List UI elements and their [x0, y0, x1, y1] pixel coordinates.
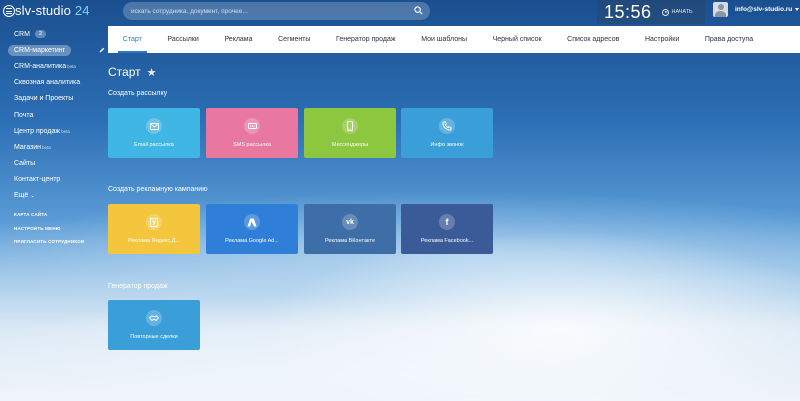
- phone-icon: [342, 118, 358, 134]
- sidebar-item-label: CRM-маркетинг: [8, 44, 72, 56]
- handshake-icon: [146, 310, 162, 326]
- email-icon: [146, 118, 162, 134]
- sidebar-item-sales-center[interactable]: Центр продаж beta: [0, 123, 108, 139]
- logo-name: slv-studio: [15, 3, 71, 18]
- sitemap-link[interactable]: КАРТА САЙТА: [0, 208, 108, 222]
- sidebar-item-mail[interactable]: Почта: [0, 107, 108, 123]
- sidebar-item-tasks[interactable]: Задачи и Проекты: [0, 91, 108, 107]
- configure-menu-link[interactable]: НАСТРОИТЬ МЕНЮ: [0, 222, 108, 236]
- tile-label: Реклама Яндекс.Д...: [128, 238, 180, 244]
- sidebar-item-shop[interactable]: Магазин beta: [0, 139, 108, 155]
- section-title-ad-campaign: Создать рекламную кампанию: [108, 186, 208, 193]
- sidebar-item-label: CRM: [14, 30, 30, 38]
- user-menu[interactable]: info@slv-studio.ru: [713, 2, 800, 17]
- tile-google-ads[interactable]: Реклама Google Ad...: [206, 204, 298, 254]
- tab-mailings[interactable]: Рассылки: [155, 26, 212, 53]
- avatar: [713, 2, 728, 17]
- sidebar-item-more[interactable]: Ещё ⌄: [0, 188, 108, 204]
- sidebar-item-label: Сайты: [14, 160, 36, 168]
- clock: 15:56: [604, 1, 652, 22]
- facebook-icon: f: [439, 214, 455, 230]
- sidebar-item-label: Почта: [14, 111, 34, 119]
- tile-label: SMS рассылка: [233, 142, 271, 148]
- sidebar-item-crm[interactable]: CRM 2: [0, 26, 108, 42]
- workday-panel: 15:56 НАЧАТЬ: [597, 0, 705, 24]
- section-title-sales-generator: Генератор продаж: [108, 283, 168, 290]
- top-bar: slv-studio24 15:56 НАЧАТЬ info@slv-studi…: [0, 0, 800, 24]
- search-icon[interactable]: [414, 6, 423, 15]
- tile-vkontakte[interactable]: vk Реклама ВКонтакте: [304, 204, 396, 254]
- sidebar-item-contact-center[interactable]: Контакт-центр: [0, 172, 108, 188]
- tile-facebook[interactable]: f Реклама Facebook...: [401, 204, 493, 254]
- tab-sales-generator[interactable]: Генератор продаж: [323, 26, 408, 53]
- sidebar-item-label: Задачи и Проекты: [14, 95, 74, 103]
- vk-icon: vk: [342, 214, 358, 230]
- start-day-button[interactable]: НАЧАТЬ: [661, 8, 693, 16]
- sidebar-item-sites[interactable]: Сайты: [0, 156, 108, 172]
- sidebar-item-crm-analytics[interactable]: CRM-аналитика beta: [0, 58, 108, 74]
- tab-bar: Старт Рассылки Реклама Сегменты Генерато…: [108, 26, 800, 53]
- logo[interactable]: slv-studio 24: [15, 3, 90, 18]
- tab-address-list[interactable]: Список адресов: [554, 26, 632, 53]
- chevron-down-icon: ⌄: [30, 192, 35, 199]
- beta-label: beta: [42, 144, 51, 150]
- tab-blacklist[interactable]: Черный список: [480, 26, 555, 53]
- counter-badge: 2: [34, 30, 47, 39]
- call-icon: [439, 118, 455, 134]
- tile-label: Реклама Google Ad...: [225, 238, 279, 244]
- tile-repeat-deals[interactable]: Повторные сделки: [108, 300, 200, 350]
- tile-label: Повторные сделки: [130, 334, 178, 340]
- yandex-icon: [146, 214, 162, 230]
- tab-access-rights[interactable]: Права доступа: [692, 26, 766, 53]
- sidebar-item-label: Контакт-центр: [14, 176, 61, 184]
- tile-label: Реклама ВКонтакте: [324, 238, 376, 244]
- search-bar: [123, 2, 430, 20]
- tile-label: Инфо звонок: [430, 142, 464, 148]
- tile-info-call[interactable]: Инфо звонок: [401, 108, 493, 158]
- tile-sms-mailing[interactable]: SMS рассылка: [206, 108, 298, 158]
- play-icon: [661, 8, 669, 16]
- tab-segments[interactable]: Сегменты: [265, 26, 323, 53]
- star-icon[interactable]: ★: [147, 66, 157, 79]
- invite-users-link[interactable]: ПРИГЛАСИТЬ СОТРУДНИКОВ: [0, 235, 108, 249]
- tile-label: Мессенджеры: [331, 142, 369, 148]
- chevron-down-icon: [795, 8, 800, 11]
- beta-label: beta: [61, 128, 70, 134]
- tile-label: Email рассылка: [134, 142, 174, 148]
- tab-settings[interactable]: Настройки: [632, 26, 692, 53]
- page-title-text: Старт: [108, 65, 141, 79]
- sidebar-item-end-to-end-analytics[interactable]: Сквозная аналитика: [0, 75, 108, 91]
- logo-number: 24: [74, 3, 90, 18]
- tab-my-templates[interactable]: Мои шаблоны: [408, 26, 479, 53]
- tab-start[interactable]: Старт: [110, 26, 155, 53]
- sidebar-item-label: Центр продаж: [14, 127, 61, 135]
- tab-ads[interactable]: Реклама: [212, 26, 266, 53]
- pencil-icon[interactable]: [99, 47, 105, 53]
- tile-email-mailing[interactable]: Email рассылка: [108, 108, 200, 158]
- section-title-mailing: Создать рассылку: [108, 90, 168, 97]
- beta-label: beta: [67, 63, 76, 69]
- search-input[interactable]: [131, 7, 411, 15]
- sidebar: CRM 2 CRM-маркетинг CRM-аналитика beta Ск…: [0, 26, 108, 249]
- sidebar-item-label: Ещё: [14, 192, 29, 200]
- sidebar-item-label: CRM-аналитика: [14, 62, 67, 70]
- start-day-label: НАЧАТЬ: [671, 9, 693, 15]
- tile-yandex-direct[interactable]: Реклама Яндекс.Д...: [108, 204, 200, 254]
- page-title: Старт ★: [108, 65, 156, 79]
- sidebar-item-crm-marketing[interactable]: CRM-маркетинг: [0, 42, 108, 58]
- tile-messengers[interactable]: Мессенджеры: [304, 108, 396, 158]
- tile-label: Реклама Facebook...: [420, 238, 474, 244]
- menu-icon[interactable]: [3, 5, 15, 17]
- sidebar-item-label: Магазин: [14, 143, 42, 151]
- sidebar-item-label: Сквозная аналитика: [14, 79, 81, 87]
- google-ads-icon: [244, 214, 260, 230]
- user-email: info@slv-studio.ru: [735, 6, 793, 13]
- sms-icon: [244, 118, 260, 134]
